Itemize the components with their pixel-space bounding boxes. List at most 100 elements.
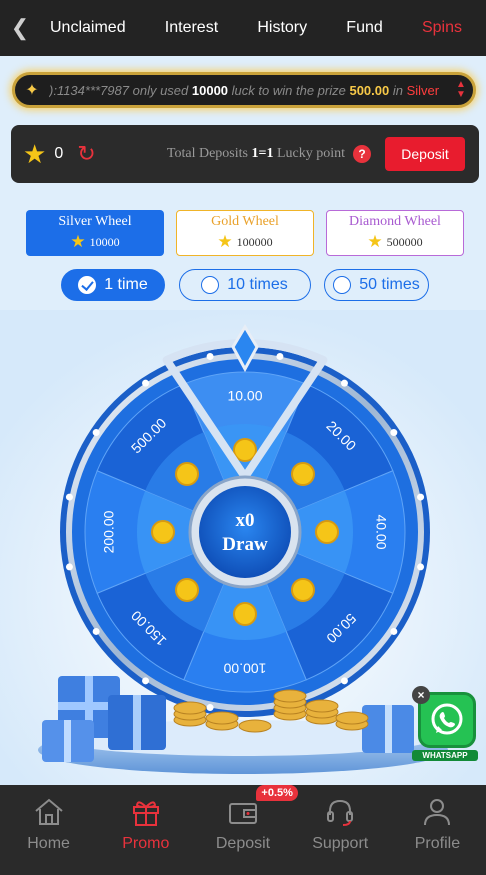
caret-down-icon: ▼ (456, 89, 466, 100)
whatsapp-float-button[interactable]: × WHATSAPP (412, 686, 478, 764)
marquee-middle: luck to win the prize (231, 82, 346, 98)
nav-support[interactable]: Support (292, 785, 389, 875)
coin-icon (151, 520, 175, 544)
chevron-left-icon: ❮ (10, 15, 30, 40)
wheel-cost-value: 500000 (386, 234, 423, 249)
wheel-cost: ★ 500000 (367, 232, 422, 252)
tab-unclaimed[interactable]: Unclaimed (40, 0, 136, 56)
whatsapp-label: WHATSAPP (412, 750, 478, 761)
option-label: 1 time (104, 276, 148, 293)
tab-interest[interactable]: Interest (155, 0, 228, 56)
close-icon[interactable]: × (412, 686, 430, 704)
luck-balance: 0 (54, 145, 64, 162)
rim-light (206, 704, 214, 712)
gold-wheel-tab[interactable]: Gold Wheel ★ 100000 (176, 210, 314, 256)
rim-light (276, 352, 284, 360)
wheel-stage: 10.00 20.00 40.00 50.00 100.00 150.00 200.00 50… (0, 310, 486, 785)
rim-light (92, 429, 100, 437)
coin-icon (233, 602, 257, 626)
check-circle-icon (78, 276, 97, 294)
marquee-wheel: Silver (406, 82, 440, 98)
spin-50-times-option[interactable]: 50 times (324, 269, 429, 301)
radio-circle-icon (201, 276, 220, 294)
prize-label: 100.00 (223, 660, 266, 676)
wheel-name: Diamond Wheel (349, 214, 441, 229)
draw-button[interactable]: x0 Draw (199, 487, 291, 579)
spin-10-times-option[interactable]: 10 times (178, 269, 311, 301)
wallet-icon (229, 803, 257, 824)
star-icon: ★ (217, 232, 233, 251)
marquee-in: in (392, 82, 403, 98)
back-button[interactable]: ❮ (0, 0, 40, 56)
bottom-nav: Home Promo +0.5% Deposit Support Profile (0, 785, 486, 875)
rim-light (340, 379, 348, 387)
winner-marquee: ✦ ):1134***7987 only used 10000 luck to … (12, 72, 476, 108)
tab-history[interactable]: History (247, 0, 317, 56)
prize-label: 40.00 (373, 514, 389, 549)
coin-icon (233, 438, 257, 462)
total-deposits-label: Total Deposits (166, 146, 248, 161)
prize-label: 200.00 (101, 510, 117, 553)
rim-light (92, 627, 100, 635)
rim-light (65, 493, 73, 501)
deposit-ratio: 1=1 (251, 146, 274, 161)
option-label: 50 times (359, 276, 420, 293)
star-icon: ★ (23, 139, 47, 169)
rim-light (417, 493, 425, 501)
marquee-scroll-arrows[interactable]: ▲ ▼ (449, 80, 473, 100)
rim-light (390, 429, 398, 437)
rim-light (65, 563, 73, 571)
coin-icon (290, 462, 315, 487)
option-label: 10 times (227, 276, 288, 293)
marquee-prize: 500.00 (349, 82, 390, 98)
nav-home[interactable]: Home (0, 785, 97, 875)
nav-label: Deposit (215, 835, 271, 852)
tab-bar: Unclaimed Interest History Fund Spins (40, 0, 486, 56)
rim-light (142, 379, 150, 387)
help-icon[interactable]: ? (353, 145, 371, 163)
diamond-wheel-tab[interactable]: Diamond Wheel ★ 500000 (326, 210, 464, 256)
wheel-cost-value: 10000 (89, 234, 120, 249)
spin-count-selector: 1 time 10 times 50 times (61, 269, 429, 301)
wheel-name: Silver Wheel (58, 214, 132, 229)
balance-card: ★ 0 ↻ Total Deposits 1=1 Lucky point ? D… (11, 125, 479, 183)
marquee-prefix: ):1134***7987 only used (49, 82, 189, 98)
nav-label: Home (27, 835, 70, 852)
coin-icon (315, 520, 339, 544)
refresh-icon[interactable]: ↻ (77, 141, 95, 167)
nav-label: Promo (122, 835, 170, 852)
wheel-name: Gold Wheel (211, 214, 279, 229)
marquee-luck: 10000 (191, 82, 229, 98)
lucky-point-label: Lucky point (276, 146, 345, 161)
headset-icon (327, 799, 354, 826)
tab-spins[interactable]: Spins (412, 0, 472, 56)
nav-deposit[interactable]: +0.5% Deposit (194, 785, 298, 875)
star-icon: ★ (70, 232, 86, 251)
rim-light (142, 677, 150, 685)
gift-icon (132, 801, 159, 826)
coin-icon (175, 462, 200, 487)
radio-circle-icon (333, 276, 352, 294)
prize-label: 10.00 (227, 388, 262, 404)
star-icon: ★ (367, 232, 383, 251)
coin-icon (175, 577, 200, 602)
rim-light (340, 677, 348, 685)
wheel-cost: ★ 10000 (70, 232, 119, 252)
rim-light (206, 352, 214, 360)
rim-light (390, 627, 398, 635)
wheel-selector: Silver Wheel ★ 10000 Gold Wheel ★ 100000 D… (26, 210, 464, 256)
draw-count: x0 (235, 510, 255, 531)
megaphone-icon: ✦ (25, 82, 39, 99)
nav-label: Profile (414, 835, 461, 852)
home-icon (34, 798, 63, 825)
rim-light (417, 563, 425, 571)
silver-wheel-tab[interactable]: Silver Wheel ★ 10000 (26, 210, 164, 256)
user-icon (424, 799, 451, 826)
deposit-ratio-info: Total Deposits 1=1 Lucky point (167, 146, 345, 162)
tab-fund[interactable]: Fund (336, 0, 392, 56)
deposit-button[interactable]: Deposit (385, 137, 465, 171)
spin-1-time-option[interactable]: 1 time (61, 269, 165, 301)
nav-promo[interactable]: Promo (97, 785, 194, 875)
wheel-cost: ★ 100000 (217, 232, 272, 252)
nav-profile[interactable]: Profile (389, 785, 486, 875)
